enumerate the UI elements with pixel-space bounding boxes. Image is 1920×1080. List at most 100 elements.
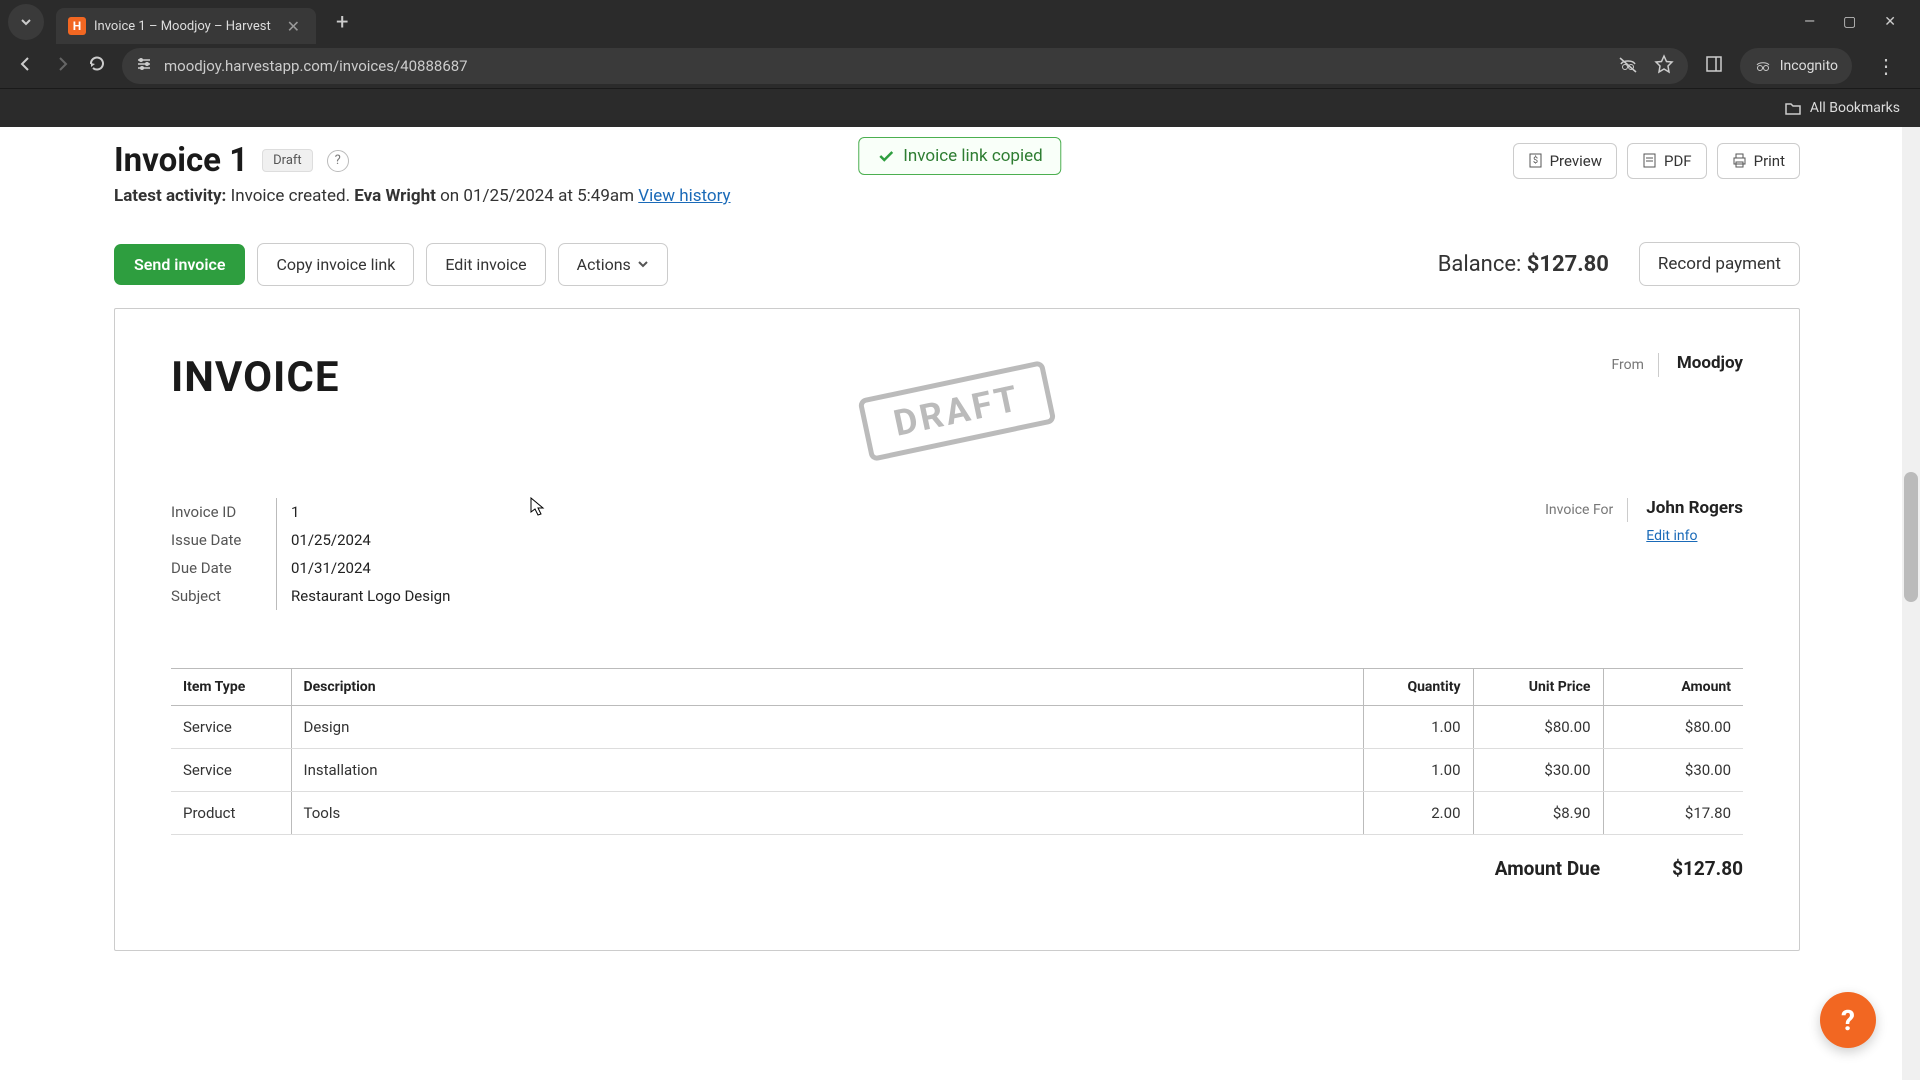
browser-menu-button[interactable]: ⋮ bbox=[1868, 50, 1904, 82]
send-invoice-button[interactable]: Send invoice bbox=[114, 244, 245, 285]
help-button[interactable]: ? bbox=[327, 150, 349, 172]
amount-due-label: Amount Due bbox=[1495, 857, 1600, 880]
col-header-desc: Description bbox=[291, 669, 1363, 706]
actions-label: Actions bbox=[577, 255, 631, 274]
edit-info-link[interactable]: Edit info bbox=[1646, 528, 1697, 544]
edit-invoice-button[interactable]: Edit invoice bbox=[426, 243, 545, 286]
line-items-table: Item Type Description Quantity Unit Pric… bbox=[171, 668, 1743, 835]
folder-icon bbox=[1784, 99, 1802, 117]
scrollbar-thumb[interactable] bbox=[1904, 472, 1918, 602]
cell-qty: 1.00 bbox=[1363, 749, 1473, 792]
table-row: Product Tools 2.00 $8.90 $17.80 bbox=[171, 792, 1743, 835]
cell-unit: $80.00 bbox=[1473, 706, 1603, 749]
window-controls: — ▢ ✕ bbox=[1804, 14, 1908, 30]
tab-search-button[interactable] bbox=[8, 4, 44, 40]
meta-due-date-label: Due Date bbox=[171, 554, 276, 582]
maximize-button[interactable]: ▢ bbox=[1843, 14, 1856, 30]
activity-timestamp: on 01/25/2024 at 5:49am bbox=[440, 186, 634, 206]
help-fab-label: ? bbox=[1841, 1004, 1855, 1037]
for-name: John Rogers bbox=[1646, 498, 1743, 518]
site-info-icon[interactable] bbox=[136, 56, 152, 76]
cell-unit: $30.00 bbox=[1473, 749, 1603, 792]
cell-type: Service bbox=[171, 749, 291, 792]
pdf-label: PDF bbox=[1664, 152, 1692, 170]
chevron-down-icon bbox=[637, 258, 649, 270]
page-content: Invoice link copied Invoice 1 Draft ? $ … bbox=[0, 127, 1920, 1080]
activity-text: Invoice created. bbox=[231, 186, 351, 206]
table-row: Service Installation 1.00 $30.00 $30.00 bbox=[171, 749, 1743, 792]
balance-amount: $127.80 bbox=[1527, 252, 1609, 277]
tab-title: Invoice 1 – Moodjoy – Harvest bbox=[94, 19, 275, 34]
totals-row: Amount Due $127.80 bbox=[171, 857, 1743, 880]
browser-tab[interactable]: H Invoice 1 – Moodjoy – Harvest ✕ bbox=[56, 8, 316, 44]
all-bookmarks-button[interactable]: All Bookmarks bbox=[1784, 99, 1900, 117]
cell-qty: 2.00 bbox=[1363, 792, 1473, 835]
new-tab-button[interactable]: + bbox=[328, 8, 356, 37]
meta-invoice-id-label: Invoice ID bbox=[171, 498, 276, 526]
page-title: Invoice 1 bbox=[114, 141, 248, 180]
incognito-icon bbox=[1754, 57, 1772, 75]
cell-type: Service bbox=[171, 706, 291, 749]
activity-prefix: Latest activity: bbox=[114, 186, 226, 206]
cell-desc: Tools bbox=[291, 792, 1363, 835]
invoice-for-block: Invoice For John Rogers Edit info bbox=[1545, 498, 1743, 544]
preview-label: Preview bbox=[1550, 152, 1602, 170]
bookmark-star-button[interactable] bbox=[1654, 54, 1674, 78]
cell-desc: Design bbox=[291, 706, 1363, 749]
print-icon bbox=[1732, 153, 1747, 168]
incognito-label: Incognito bbox=[1780, 58, 1838, 74]
cell-unit: $8.90 bbox=[1473, 792, 1603, 835]
all-bookmarks-label: All Bookmarks bbox=[1810, 100, 1900, 116]
invoice-meta: Invoice ID 1 Issue Date 01/25/2024 Due D… bbox=[171, 498, 450, 610]
col-header-amt: Amount bbox=[1603, 669, 1743, 706]
actions-row: Send invoice Copy invoice link Edit invo… bbox=[114, 242, 1800, 286]
close-tab-button[interactable]: ✕ bbox=[283, 15, 304, 38]
record-payment-button[interactable]: Record payment bbox=[1639, 242, 1800, 286]
chevron-down-icon bbox=[20, 16, 32, 28]
col-header-qty: Quantity bbox=[1363, 669, 1473, 706]
activity-actor: Eva Wright bbox=[354, 186, 436, 206]
address-bar[interactable]: moodjoy.harvestapp.com/invoices/40888687 bbox=[122, 48, 1688, 84]
close-window-button[interactable]: ✕ bbox=[1884, 14, 1896, 30]
cell-amt: $80.00 bbox=[1603, 706, 1743, 749]
preview-button[interactable]: $ Preview bbox=[1513, 143, 1617, 179]
pdf-button[interactable]: PDF bbox=[1627, 143, 1707, 179]
meta-due-date: 01/31/2024 bbox=[276, 554, 450, 582]
cell-desc: Installation bbox=[291, 749, 1363, 792]
from-block: From Moodjoy bbox=[1611, 353, 1743, 377]
back-button[interactable] bbox=[16, 54, 36, 79]
check-icon bbox=[877, 147, 895, 165]
scrollbar[interactable] bbox=[1902, 127, 1920, 1080]
help-fab-button[interactable]: ? bbox=[1820, 992, 1876, 1048]
incognito-indicator-icon[interactable] bbox=[1618, 54, 1638, 78]
from-label: From bbox=[1611, 353, 1658, 377]
reload-button[interactable] bbox=[88, 55, 106, 78]
arrow-left-icon bbox=[16, 54, 36, 74]
balance-display: Balance: $127.80 bbox=[1438, 252, 1609, 277]
url-text: moodjoy.harvestapp.com/invoices/40888687 bbox=[164, 57, 1606, 75]
toast-text: Invoice link copied bbox=[903, 146, 1042, 166]
cell-type: Product bbox=[171, 792, 291, 835]
view-history-link[interactable]: View history bbox=[638, 186, 730, 206]
invoice-icon: $ bbox=[1528, 153, 1543, 168]
svg-text:$: $ bbox=[1533, 155, 1538, 166]
table-row: Service Design 1.00 $80.00 $80.00 bbox=[171, 706, 1743, 749]
meta-issue-date: 01/25/2024 bbox=[276, 526, 450, 554]
copy-link-button[interactable]: Copy invoice link bbox=[257, 243, 414, 286]
col-header-type: Item Type bbox=[171, 669, 291, 706]
print-label: Print bbox=[1754, 152, 1785, 170]
reload-icon bbox=[88, 55, 106, 73]
side-panel-button[interactable] bbox=[1704, 54, 1724, 78]
browser-chrome: H Invoice 1 – Moodjoy – Harvest ✕ + — ▢ … bbox=[0, 0, 1920, 127]
tab-favicon: H bbox=[68, 17, 86, 35]
actions-dropdown[interactable]: Actions bbox=[558, 243, 668, 286]
minimize-button[interactable]: — bbox=[1804, 14, 1815, 30]
meta-subject-label: Subject bbox=[171, 582, 276, 610]
nav-bar: moodjoy.harvestapp.com/invoices/40888687… bbox=[0, 44, 1920, 88]
document-icon bbox=[1642, 153, 1657, 168]
print-button[interactable]: Print bbox=[1717, 143, 1800, 179]
incognito-badge[interactable]: Incognito bbox=[1740, 48, 1852, 84]
from-name: Moodjoy bbox=[1677, 353, 1743, 373]
forward-button[interactable] bbox=[52, 54, 72, 79]
cell-qty: 1.00 bbox=[1363, 706, 1473, 749]
